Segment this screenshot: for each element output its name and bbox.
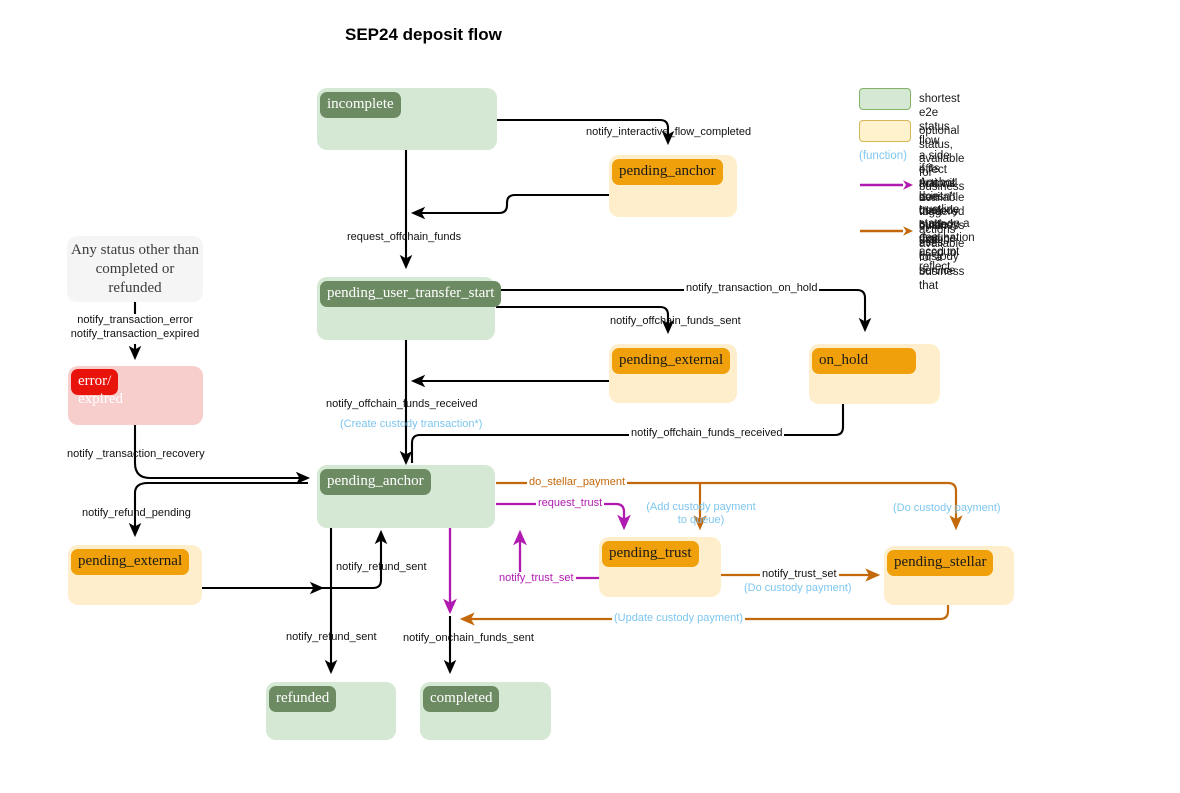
node-any-status-line1: Any status other than	[71, 242, 199, 258]
node-on-hold[interactable]: on_hold	[809, 344, 940, 404]
node-error-expired-label-overflow: expired	[78, 391, 123, 407]
edge-label-notify-transaction-error: notify_transaction_error	[77, 314, 193, 326]
edge-label-request-trust: request_trust	[536, 497, 605, 510]
node-pending-anchor-top-label: pending_anchor	[612, 159, 723, 185]
edge-label-notify-transaction-expired: notify_transaction_expired	[70, 328, 200, 340]
legend-text-orange-line2: uses custody service	[919, 237, 959, 277]
edge-label-add-custody-payment-to-queue-1: (Add custody payment	[646, 501, 756, 513]
edge-label-create-custody-transaction: (Create custody transaction*)	[340, 418, 483, 430]
edge-label-notify-offchain-funds-received-right: notify_offchain_funds_received	[629, 427, 785, 440]
node-any-status: Any status other than completed or refun…	[67, 236, 203, 302]
node-completed-label: completed	[423, 686, 500, 712]
node-pending-user-transfer-start-label: pending_user_transfer_start	[320, 281, 502, 307]
edge-label-notify-transaction-on-hold: notify_transaction_on_hold	[684, 282, 820, 295]
orange-arrow-icon	[860, 226, 913, 236]
edge-label-update-custody-payment: (Update custody payment)	[612, 612, 746, 625]
node-pending-anchor-mid[interactable]: pending_anchor	[317, 465, 495, 528]
edge-label-notify-trust-set-right: notify_trust_set	[760, 568, 839, 581]
node-completed[interactable]: completed	[420, 682, 551, 740]
edge-label-request-offchain-funds: request_offchain_funds	[347, 231, 462, 243]
node-pending-trust[interactable]: pending_trust	[599, 537, 721, 597]
edge-label-notify-offchain-funds-sent: notify_offchain_funds_sent	[610, 315, 741, 327]
node-pending-anchor-top[interactable]: pending_anchor	[609, 155, 737, 217]
node-error-expired[interactable]: error/ expired	[68, 366, 203, 425]
node-pending-external-top[interactable]: pending_external	[609, 344, 737, 403]
node-pending-stellar[interactable]: pending_stellar	[884, 546, 1014, 605]
node-any-status-line2: completed or	[95, 261, 175, 277]
edge-label-do-custody-payment-mid: (Do custody payment)	[744, 582, 852, 594]
edge-label-notify-refund-sent-down: notify_refund_sent	[286, 631, 377, 643]
edge-label-notify-refund-sent-up: notify_refund_sent	[336, 561, 427, 573]
node-refunded-label: refunded	[269, 686, 337, 712]
node-pending-stellar-label: pending_stellar	[887, 550, 994, 576]
legend-swatch-green	[859, 88, 911, 110]
node-pending-trust-label: pending_trust	[602, 541, 699, 567]
page-title: SEP24 deposit flow	[345, 25, 502, 44]
legend-marker-function: (function)	[859, 150, 907, 162]
edge-label-notify-transaction-recovery: notify _transaction_recovery	[67, 448, 205, 460]
edge-label-notify-refund-pending: notify_refund_pending	[82, 507, 191, 519]
legend-swatch-yellow	[859, 120, 911, 142]
node-pending-external-top-label: pending_external	[612, 348, 731, 374]
node-refunded[interactable]: refunded	[266, 682, 396, 740]
purple-arrow-icon	[860, 180, 913, 190]
diagram-canvas: SEP24 deposit flow incomplete pending_an…	[0, 0, 1180, 793]
edge-label-notify-interactive-flow-completed: notify_interactive_flow_completed	[586, 126, 752, 138]
node-any-status-line3: refunded	[108, 280, 162, 296]
edge-label-notify-onchain-funds-sent: notify_onchain_funds_sent	[403, 632, 534, 644]
node-pending-user-transfer-start[interactable]: pending_user_transfer_start	[317, 277, 502, 340]
edge-label-notify-trust-set-left: notify_trust_set	[497, 572, 576, 585]
edge-label-add-custody-payment-to-queue-2: to queue)	[677, 514, 725, 526]
node-incomplete-label: incomplete	[320, 92, 401, 118]
edge-label-do-custody-payment-top: (Do custody payment)	[893, 502, 1001, 514]
node-pending-anchor-mid-label: pending_anchor	[320, 469, 431, 495]
node-pending-external-left-label: pending_external	[71, 549, 190, 575]
node-on-hold-label: on_hold	[812, 348, 916, 374]
node-incomplete[interactable]: incomplete	[317, 88, 497, 150]
edge-label-do-stellar-payment: do_stellar_payment	[527, 476, 628, 489]
node-pending-external-left[interactable]: pending_external	[68, 545, 202, 605]
edge-label-notify-offchain-funds-received-left: notify_offchain_funds_received	[326, 398, 478, 410]
